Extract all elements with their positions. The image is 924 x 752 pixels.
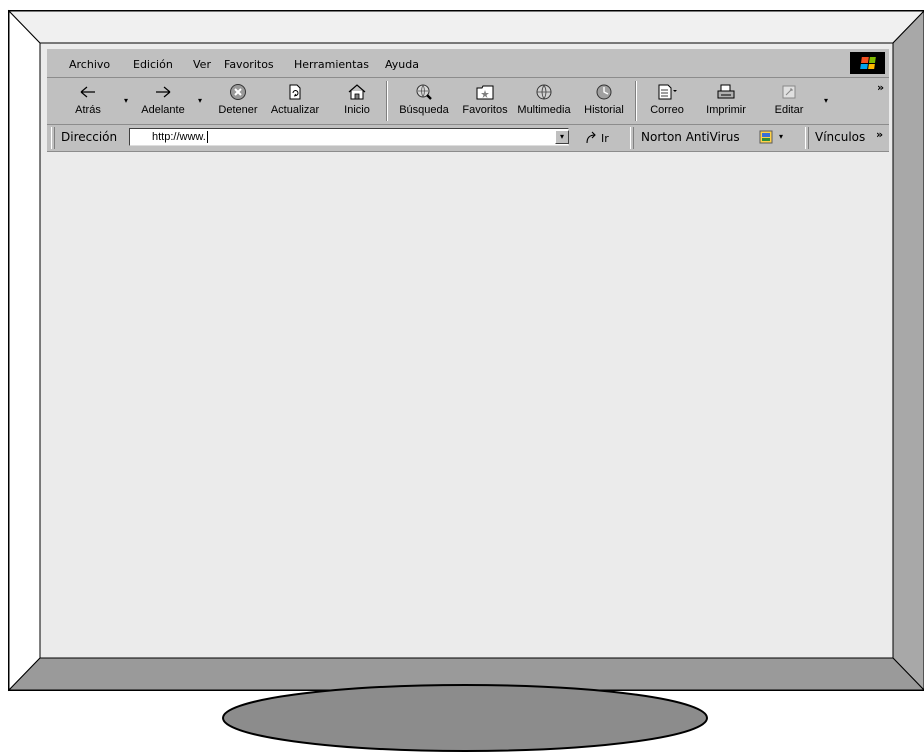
windows-logo bbox=[850, 52, 885, 74]
toolbar-grip bbox=[51, 127, 55, 149]
menu-archivo[interactable]: Archivo bbox=[69, 58, 110, 71]
browser-window: Archivo Edición Ver Favoritos Herramient… bbox=[47, 49, 889, 164]
windows-flag-icon bbox=[859, 57, 876, 69]
menu-ver[interactable]: Ver bbox=[193, 58, 211, 71]
go-label: Ir bbox=[601, 131, 609, 145]
go-arrow-icon bbox=[586, 131, 596, 144]
stop-icon bbox=[230, 84, 246, 100]
menu-bar: Archivo Edición Ver Favoritos Herramient… bbox=[47, 49, 889, 78]
forward-dropdown-icon[interactable]: ▾ bbox=[198, 96, 202, 105]
search-label: Búsqueda bbox=[399, 104, 449, 116]
address-label: Dirección bbox=[61, 130, 118, 144]
address-bar: Dirección http://www. ▾ Ir Norton AntiVi… bbox=[47, 125, 889, 152]
print-label: Imprimir bbox=[706, 104, 746, 116]
media-globe-icon bbox=[536, 84, 552, 100]
toolbar-more-icon[interactable]: » bbox=[877, 81, 884, 94]
edit-button[interactable]: Editar bbox=[771, 78, 807, 124]
favorites-button[interactable]: Favoritos bbox=[459, 78, 511, 124]
toolbar-grip bbox=[630, 127, 634, 149]
menu-herramientas[interactable]: Herramientas bbox=[294, 58, 369, 71]
refresh-icon bbox=[289, 84, 301, 100]
print-button[interactable]: Imprimir bbox=[703, 78, 749, 124]
forward-label: Adelante bbox=[141, 104, 185, 116]
bezel-top bbox=[7, 10, 924, 44]
refresh-label: Actualizar bbox=[270, 104, 320, 116]
stop-label: Detener bbox=[218, 104, 258, 116]
go-button[interactable]: Ir bbox=[585, 128, 609, 148]
search-globe-icon bbox=[416, 84, 432, 100]
links-more-icon[interactable]: » bbox=[876, 128, 883, 141]
address-value: http://www. bbox=[152, 131, 206, 143]
menu-ayuda[interactable]: Ayuda bbox=[385, 58, 419, 71]
monitor-stand bbox=[222, 684, 708, 752]
favorites-label: Favoritos bbox=[462, 104, 508, 116]
standard-toolbar: Atrás ▾ Adelante ▾ Detener Actualizar In… bbox=[47, 78, 889, 125]
home-button[interactable]: Inicio bbox=[339, 78, 375, 124]
home-icon bbox=[348, 84, 366, 100]
norton-dropdown-icon[interactable]: ▾ bbox=[779, 132, 783, 141]
history-label: Historial bbox=[584, 104, 624, 116]
history-clock-icon bbox=[596, 84, 612, 100]
address-dropdown-button[interactable]: ▾ bbox=[555, 130, 569, 144]
toolbar-separator bbox=[386, 81, 388, 121]
bezel-left bbox=[8, 9, 41, 692]
edit-label: Editar bbox=[774, 104, 804, 116]
address-input[interactable]: http://www. bbox=[129, 128, 569, 146]
back-dropdown-icon[interactable]: ▾ bbox=[124, 96, 128, 105]
forward-arrow-icon bbox=[156, 86, 171, 98]
toolbar-grip bbox=[805, 127, 809, 149]
menu-favoritos[interactable]: Favoritos bbox=[224, 58, 274, 71]
toolbar-separator bbox=[635, 81, 637, 121]
forward-button[interactable]: Adelante bbox=[137, 78, 189, 124]
media-button[interactable]: Multimedia bbox=[516, 78, 572, 124]
edit-page-icon bbox=[782, 85, 796, 99]
bezel-right bbox=[892, 10, 924, 691]
favorites-folder-icon bbox=[476, 85, 494, 100]
mail-button[interactable]: Correo bbox=[645, 78, 689, 124]
back-label: Atrás bbox=[75, 104, 101, 116]
edit-dropdown-icon[interactable]: ▾ bbox=[824, 96, 828, 105]
menu-edicion[interactable]: Edición bbox=[133, 58, 173, 71]
home-label: Inicio bbox=[344, 104, 370, 116]
mail-label: Correo bbox=[650, 104, 684, 116]
mail-icon bbox=[658, 84, 677, 100]
back-button[interactable]: Atrás bbox=[71, 78, 105, 124]
media-label: Multimedia bbox=[517, 104, 571, 116]
norton-antivirus-label[interactable]: Norton AntiVirus bbox=[641, 130, 740, 144]
back-arrow-icon bbox=[80, 86, 95, 98]
norton-shield-icon[interactable] bbox=[759, 130, 773, 144]
printer-icon bbox=[717, 84, 735, 99]
search-button[interactable]: Búsqueda bbox=[397, 78, 451, 124]
stop-button[interactable]: Detener bbox=[215, 78, 261, 124]
refresh-button[interactable]: Actualizar bbox=[267, 78, 323, 124]
text-cursor bbox=[206, 131, 208, 143]
links-label[interactable]: Vínculos bbox=[815, 130, 865, 144]
history-button[interactable]: Historial bbox=[582, 78, 626, 124]
